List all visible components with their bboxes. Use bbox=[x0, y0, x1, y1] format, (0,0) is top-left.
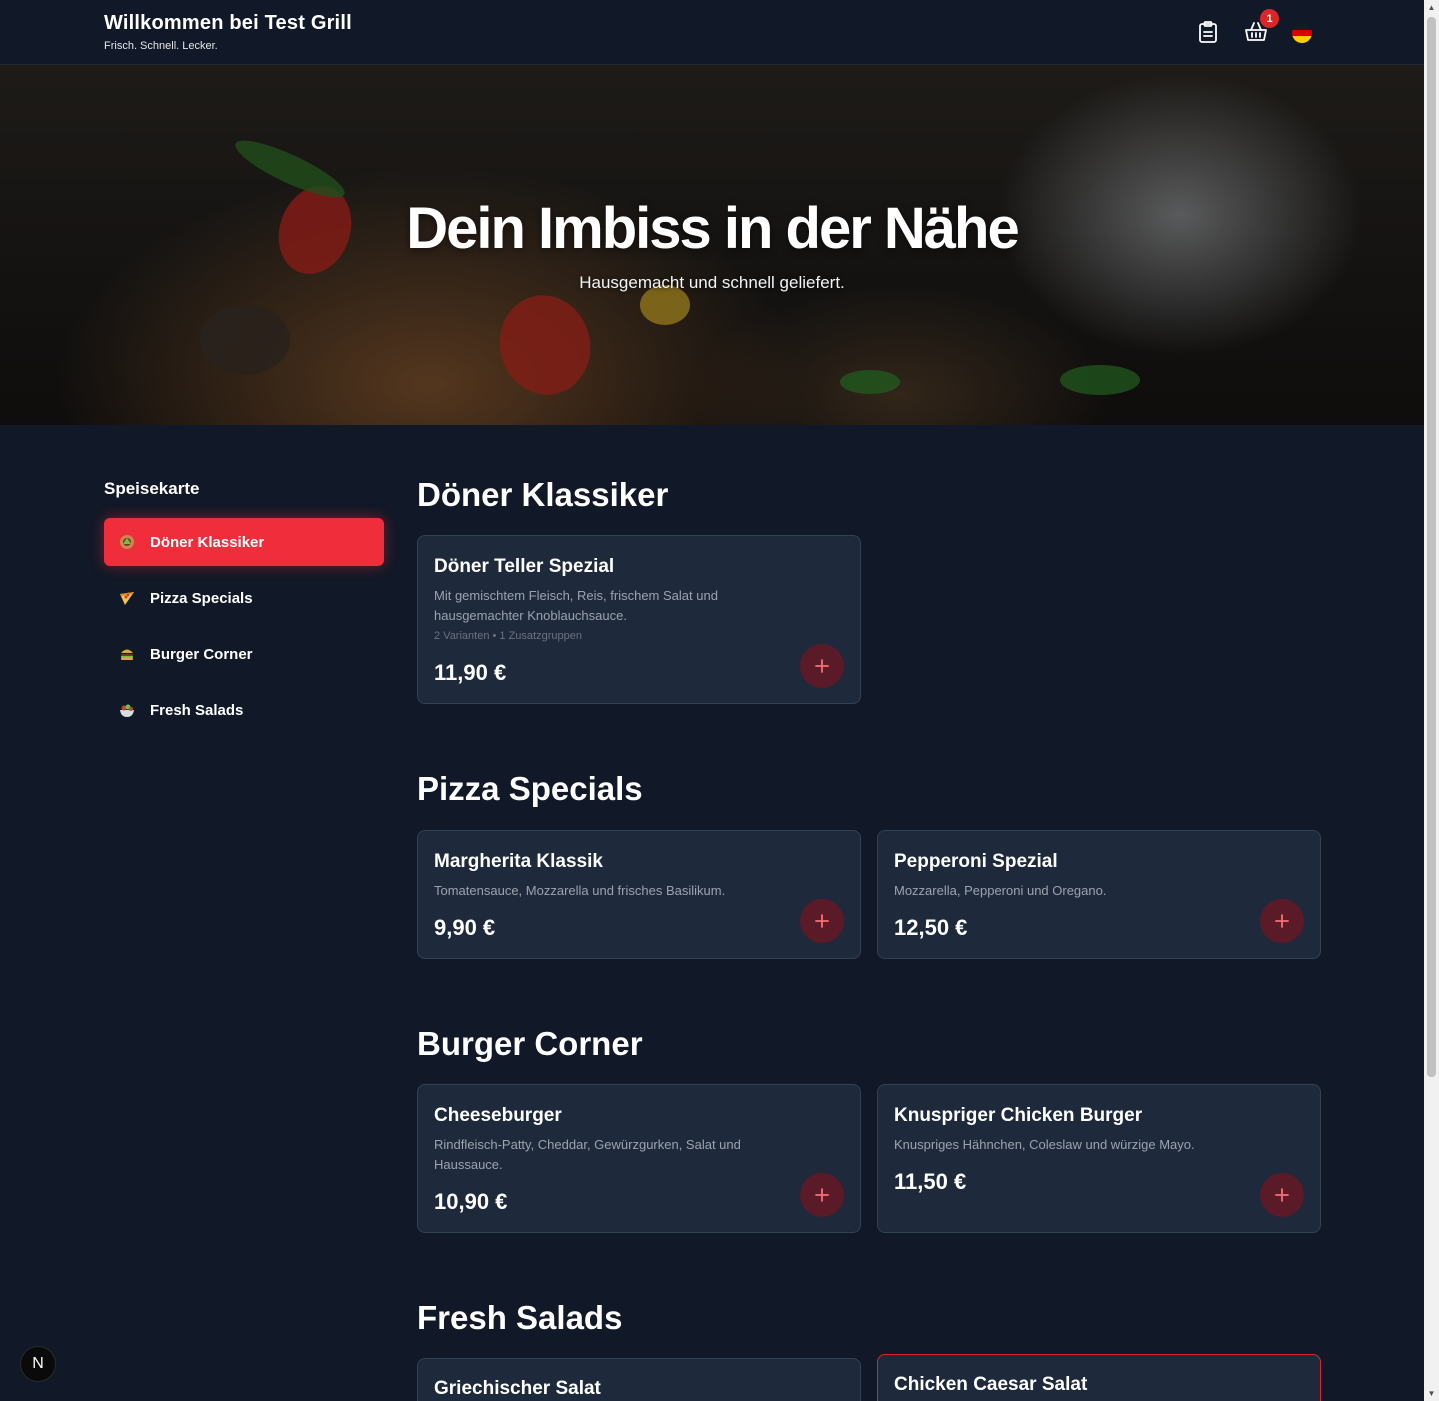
section-title-doner: Döner Klassiker bbox=[417, 476, 669, 513]
menu-item-name: Cheeseburger bbox=[434, 1105, 562, 1126]
sidebar-item-label: Pizza Specials bbox=[150, 589, 253, 607]
section-title-burger: Burger Corner bbox=[417, 1025, 643, 1062]
german-flag-icon[interactable] bbox=[1292, 23, 1312, 43]
menu-item-name: Griechischer Salat bbox=[434, 1378, 601, 1399]
dev-tools-button[interactable]: N bbox=[20, 1346, 56, 1382]
menu-item-card[interactable]: Margherita Klassik Tomatensauce, Mozzare… bbox=[417, 830, 861, 959]
sidebar-item-label: Burger Corner bbox=[150, 645, 253, 663]
salad-icon bbox=[118, 701, 136, 719]
section-title-salads: Fresh Salads bbox=[417, 1299, 623, 1336]
scrollbar-thumb[interactable] bbox=[1427, 17, 1436, 1077]
scroll-down-arrow-icon[interactable]: ▼ bbox=[1427, 1389, 1436, 1398]
add-to-cart-button[interactable] bbox=[800, 899, 844, 943]
site-header: Willkommen bei Test Grill Frisch. Schnel… bbox=[0, 0, 1424, 65]
menu-item-description: Rindfleisch-Patty, Cheddar, Gewürzgurken… bbox=[434, 1137, 741, 1172]
menu-item-price: 12,50 € bbox=[894, 915, 968, 940]
scroll-up-arrow-icon[interactable]: ▲ bbox=[1427, 3, 1436, 12]
cart-count-badge: 1 bbox=[1260, 9, 1279, 28]
menu-item-meta: 2 Varianten • 1 Zusatzgruppen bbox=[434, 630, 582, 642]
sidebar-item-fresh-salads[interactable]: Fresh Salads bbox=[104, 686, 384, 734]
burger-icon bbox=[118, 645, 136, 663]
sidebar-item-pizza-specials[interactable]: Pizza Specials bbox=[104, 574, 384, 622]
menu-item-description: Knuspriges Hähnchen, Coleslaw und würzig… bbox=[894, 1137, 1195, 1152]
menu-item-card[interactable]: Griechischer Salat bbox=[417, 1358, 861, 1401]
menu-item-card[interactable]: Knuspriger Chicken Burger Knuspriges Häh… bbox=[877, 1084, 1321, 1233]
hero-banner: Dein Imbiss in der Nähe Hausgemacht und … bbox=[0, 65, 1424, 425]
doner-icon bbox=[118, 533, 136, 551]
menu-item-card[interactable]: Döner Teller Spezial Mit gemischtem Flei… bbox=[417, 535, 861, 704]
menu-item-card[interactable]: Pepperoni Spezial Mozzarella, Pepperoni … bbox=[877, 830, 1321, 959]
menu-item-description: Mozzarella, Pepperoni und Oregano. bbox=[894, 883, 1107, 898]
sidebar-item-label: Fresh Salads bbox=[150, 701, 244, 719]
site-title: Willkommen bei Test Grill bbox=[104, 12, 352, 34]
plus-icon bbox=[815, 914, 829, 928]
menu-item-name: Chicken Caesar Salat bbox=[894, 1374, 1088, 1395]
plus-icon bbox=[815, 659, 829, 673]
sidebar-item-burger-corner[interactable]: Burger Corner bbox=[104, 630, 384, 678]
add-to-cart-button[interactable] bbox=[800, 644, 844, 688]
sidebar-item-label: Döner Klassiker bbox=[150, 533, 265, 551]
plus-icon bbox=[1275, 1188, 1289, 1202]
menu-item-name: Döner Teller Spezial bbox=[434, 556, 615, 577]
menu-item-description: Tomatensauce, Mozzarella und frisches Ba… bbox=[434, 883, 726, 898]
menu-item-name: Margherita Klassik bbox=[434, 851, 603, 872]
page-scrollbar[interactable]: ▲ ▼ bbox=[1424, 0, 1439, 1401]
menu-item-card[interactable]: Chicken Caesar Salat bbox=[877, 1354, 1321, 1401]
menu-item-price: 11,50 € bbox=[894, 1169, 967, 1194]
add-to-cart-button[interactable] bbox=[800, 1173, 844, 1217]
menu-item-card[interactable]: Cheeseburger Rindfleisch-Patty, Cheddar,… bbox=[417, 1084, 861, 1233]
plus-icon bbox=[1275, 914, 1289, 928]
menu-item-price: 9,90 € bbox=[434, 915, 496, 940]
hero-subtitle: Hausgemacht und schnell geliefert. bbox=[579, 273, 845, 292]
sidebar-title: Speisekarte bbox=[104, 479, 200, 498]
add-to-cart-button[interactable] bbox=[1260, 1173, 1304, 1217]
section-title-pizza: Pizza Specials bbox=[417, 770, 643, 807]
site-tagline: Frisch. Schnell. Lecker. bbox=[104, 40, 218, 52]
menu-item-description: Mit gemischtem Fleisch, Reis, frischem S… bbox=[434, 588, 718, 623]
pizza-icon bbox=[118, 589, 136, 607]
hero-title: Dein Imbiss in der Nähe bbox=[406, 196, 1020, 261]
menu-item-name: Pepperoni Spezial bbox=[894, 851, 1058, 872]
orders-clipboard-icon[interactable] bbox=[1196, 20, 1220, 44]
sidebar-item-doner-klassiker[interactable]: Döner Klassiker bbox=[104, 518, 384, 566]
menu-item-price: 11,90 € bbox=[434, 660, 507, 685]
menu-item-name: Knuspriger Chicken Burger bbox=[894, 1105, 1143, 1126]
menu-item-price: 10,90 € bbox=[434, 1189, 508, 1214]
add-to-cart-button[interactable] bbox=[1260, 899, 1304, 943]
plus-icon bbox=[815, 1188, 829, 1202]
